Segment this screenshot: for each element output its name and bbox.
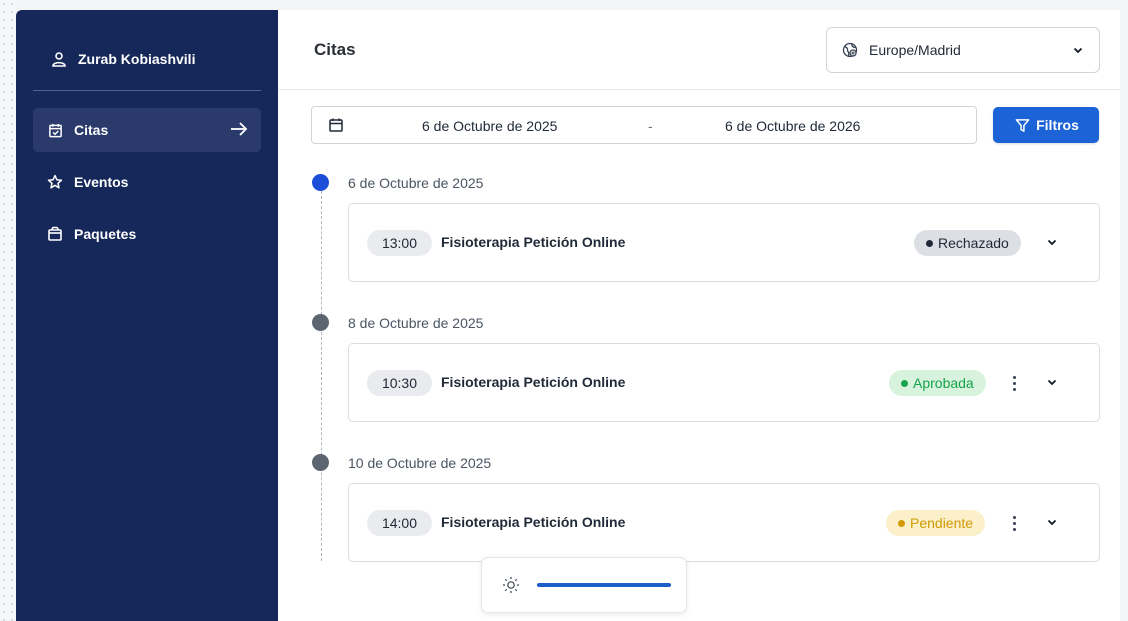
- date-to[interactable]: 6 de Octubre de 2026: [725, 118, 860, 134]
- timeline-dot: [312, 454, 329, 471]
- status-dot: [898, 519, 905, 527]
- user-profile[interactable]: Zurab Kobiashvili: [50, 49, 195, 69]
- main-content: Citas Europe/Madrid 6 de Octubre de 2025…: [278, 10, 1120, 621]
- status-badge: Rechazado: [914, 230, 1021, 256]
- chevron-down-icon[interactable]: [1045, 515, 1059, 534]
- time-chip: 13:00: [367, 230, 432, 256]
- globe-icon: [841, 41, 859, 59]
- status-badge: Pendiente: [886, 510, 986, 536]
- brightness-slider[interactable]: [537, 583, 671, 587]
- filters-button[interactable]: Filtros: [993, 107, 1099, 143]
- date-separator: -: [648, 118, 653, 134]
- appointment-card[interactable]: 10:30 Fisioterapia Petición Online Aprob…: [348, 343, 1100, 422]
- status-badge: Aprobada: [889, 370, 986, 396]
- status-label: Rechazado: [938, 235, 1009, 251]
- sidebar-item-label: Eventos: [74, 174, 129, 190]
- time-chip: 14:00: [367, 510, 432, 536]
- sidebar-item-label: Paquetes: [74, 226, 137, 242]
- sidebar-divider: [33, 90, 261, 91]
- brightness-widget[interactable]: [481, 557, 687, 613]
- arrow-right-icon: [229, 119, 249, 142]
- appointment-title: Fisioterapia Petición Online: [441, 514, 626, 530]
- package-icon: [46, 225, 64, 243]
- status-dot: [926, 239, 933, 247]
- left-edge-pattern: [0, 0, 16, 621]
- timezone-value: Europe/Madrid: [869, 42, 961, 58]
- time-chip: 10:30: [367, 370, 432, 396]
- sidebar-item-label: Citas: [74, 122, 109, 138]
- day-label: 10 de Octubre de 2025: [348, 455, 492, 471]
- user-icon: [50, 50, 68, 68]
- sidebar-item-eventos[interactable]: Eventos: [33, 160, 261, 204]
- timeline-line: [321, 191, 322, 561]
- star-icon: [46, 173, 64, 191]
- chevron-down-icon[interactable]: [1045, 235, 1059, 254]
- sidebar: Zurab Kobiashvili Citas Eventos Paquetes: [16, 10, 278, 621]
- filter-icon: [1013, 116, 1031, 134]
- user-name: Zurab Kobiashvili: [78, 51, 196, 67]
- chevron-down-icon: [1071, 43, 1085, 60]
- date-from[interactable]: 6 de Octubre de 2025: [422, 118, 557, 134]
- filters-label: Filtros: [1036, 117, 1079, 133]
- page-header: Citas Europe/Madrid: [278, 10, 1120, 90]
- chevron-down-icon[interactable]: [1045, 375, 1059, 394]
- appointment-card[interactable]: 13:00 Fisioterapia Petición Online Recha…: [348, 203, 1100, 282]
- timezone-select[interactable]: Europe/Madrid: [826, 27, 1100, 73]
- day-label: 8 de Octubre de 2025: [348, 315, 484, 331]
- appointment-title: Fisioterapia Petición Online: [441, 374, 626, 390]
- page-title: Citas: [314, 40, 356, 59]
- sidebar-item-citas[interactable]: Citas: [33, 108, 261, 152]
- status-dot: [901, 379, 908, 387]
- more-options-icon[interactable]: [1009, 513, 1019, 533]
- status-label: Aprobada: [913, 375, 974, 391]
- sun-icon: [502, 576, 520, 599]
- calendar-check-icon: [46, 121, 64, 139]
- timeline-dot: [312, 174, 329, 191]
- calendar-icon: [328, 117, 344, 136]
- sidebar-item-paquetes[interactable]: Paquetes: [33, 212, 261, 256]
- appointment-title: Fisioterapia Petición Online: [441, 234, 626, 250]
- status-label: Pendiente: [910, 515, 974, 531]
- appointment-card[interactable]: 14:00 Fisioterapia Petición Online Pendi…: [348, 483, 1100, 562]
- more-options-icon[interactable]: [1009, 373, 1019, 393]
- date-range-picker[interactable]: 6 de Octubre de 2025 - 6 de Octubre de 2…: [311, 106, 977, 144]
- day-label: 6 de Octubre de 2025: [348, 175, 484, 191]
- timeline-dot: [312, 314, 329, 331]
